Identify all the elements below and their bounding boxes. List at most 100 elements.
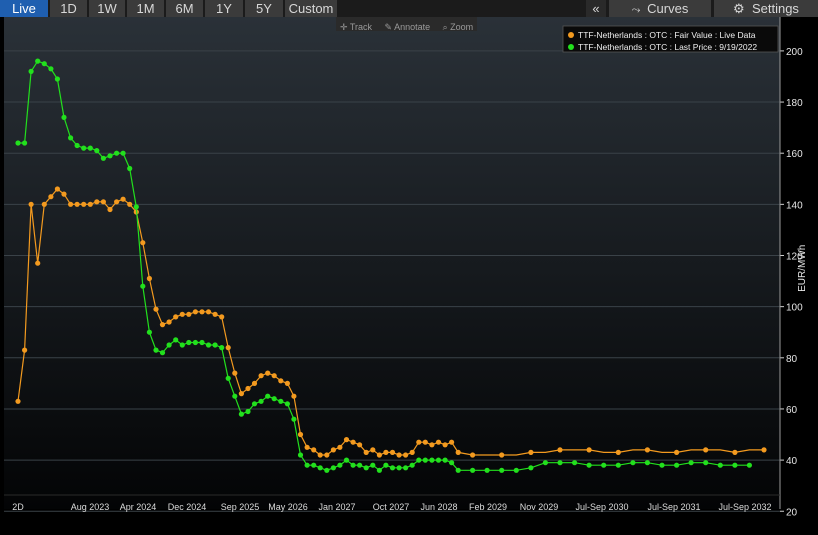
x-tick-label: Jun 2028 (420, 502, 457, 512)
last-price-point (630, 460, 636, 466)
collapse-button[interactable]: « (586, 0, 606, 17)
fair-value-point (271, 373, 277, 379)
last-price-point (717, 462, 723, 468)
last-price-point (278, 398, 284, 404)
x-tick-label: Oct 2027 (373, 502, 410, 512)
tab-1d[interactable]: 1D (50, 0, 87, 17)
last-price-point (370, 462, 376, 468)
tab-live[interactable]: Live (0, 0, 48, 17)
last-price-point (284, 401, 290, 407)
last-price-point (199, 339, 205, 346)
line-chart: 20406080100120140160180200EUR/MWh2D Aug 2… (0, 17, 818, 530)
fair-value-point (192, 309, 198, 315)
fair-value-point (383, 449, 389, 455)
last-price-point (470, 467, 476, 473)
settings-button[interactable]: ⚙ Settings (714, 0, 818, 17)
fair-value-point (311, 447, 317, 453)
fair-value-point (179, 311, 185, 317)
annotate-label: Annotate (394, 22, 431, 32)
fair-value-point (61, 191, 67, 197)
x-tick-label: Sep 2025 (221, 502, 260, 512)
zoom-label: Zoom (450, 22, 474, 32)
crosshair-icon: ✛ (340, 22, 348, 32)
fair-value-point (403, 452, 409, 458)
fair-value-point (317, 452, 323, 458)
tab-6m[interactable]: 6M (166, 0, 203, 17)
last-price-point (271, 396, 277, 402)
last-price-point (442, 457, 448, 463)
annotate-button[interactable]: ✎ Annotate (381, 20, 435, 34)
y-tick-label: 160 (786, 149, 803, 160)
fair-value-point (499, 452, 505, 458)
legend-marker (568, 32, 574, 38)
y-tick-label: 20 (786, 507, 798, 518)
last-price-point (601, 462, 607, 468)
fair-value-point (15, 398, 21, 404)
last-price-point (409, 462, 415, 468)
fair-value-point (703, 447, 709, 453)
fair-value-point (28, 201, 34, 207)
last-price-point (376, 467, 382, 473)
collapse-icon: « (592, 1, 600, 16)
fair-value-point (337, 444, 343, 450)
fair-value-point (238, 391, 244, 397)
fair-value-point (186, 311, 192, 317)
last-price-point (350, 462, 356, 468)
fair-value-point (409, 449, 415, 455)
x-tick-label: Aug 2023 (71, 502, 110, 512)
plot-background (4, 17, 780, 509)
fair-value-point (54, 186, 61, 192)
x-tick-label: May 2026 (268, 502, 308, 512)
last-price-point (291, 416, 297, 422)
fair-value-point (35, 260, 41, 266)
last-price-point (324, 467, 330, 473)
tab-1w[interactable]: 1W (89, 0, 125, 17)
last-price-point (74, 142, 80, 149)
track-button[interactable]: ✛ Track (336, 20, 376, 34)
fair-value-point (363, 449, 369, 455)
last-price-point (41, 61, 47, 67)
y-tick-label: 200 (786, 47, 803, 58)
last-price-point (435, 457, 442, 463)
y-axis-label: EUR/MWh (797, 245, 808, 292)
fair-value-point (107, 206, 113, 213)
last-price-point (114, 150, 120, 156)
x-tick-label: Feb 2029 (469, 502, 507, 512)
last-price-point (251, 401, 258, 407)
last-price-point (35, 58, 41, 64)
last-price-point (61, 114, 67, 120)
fair-value-point (278, 378, 284, 384)
magnifier-icon: ⌕ (442, 22, 448, 32)
fair-value-point (146, 275, 152, 282)
fair-value-point (219, 314, 225, 320)
fair-value-point (114, 199, 120, 205)
fair-value-point (251, 380, 258, 386)
fair-value-point (199, 309, 205, 315)
fair-value-point (212, 311, 218, 317)
last-price-point (212, 342, 218, 348)
tab-1m[interactable]: 1M (127, 0, 164, 17)
fair-value-point (127, 201, 133, 207)
fair-value-point (153, 306, 159, 312)
fair-value-point (140, 240, 146, 246)
last-price-point (403, 465, 409, 471)
last-price-point (87, 145, 93, 151)
fair-value-point (429, 442, 435, 448)
curves-button[interactable]: ⤳ Curves (609, 0, 711, 17)
fair-value-point (350, 439, 356, 445)
zoom-button[interactable]: ⌕ Zoom (439, 20, 478, 34)
chart-area[interactable]: 20 40 60 80 100 120 140 160 180 200 EUR/MWh 2D Aug 2… (0, 17, 818, 530)
fair-value-point (304, 444, 310, 450)
tab-5y[interactable]: 5Y (245, 0, 283, 17)
tab-custom[interactable]: Custom (285, 0, 337, 17)
last-price-point (22, 140, 28, 146)
gear-icon: ⚙ (733, 1, 749, 16)
last-price-point (166, 342, 172, 348)
last-price-point (219, 345, 225, 351)
fair-value-point (258, 373, 264, 379)
tab-1y[interactable]: 1Y (205, 0, 243, 17)
last-price-point (265, 393, 271, 399)
last-price-point (674, 462, 680, 468)
last-price-point (186, 339, 192, 346)
last-price-point (311, 462, 317, 468)
